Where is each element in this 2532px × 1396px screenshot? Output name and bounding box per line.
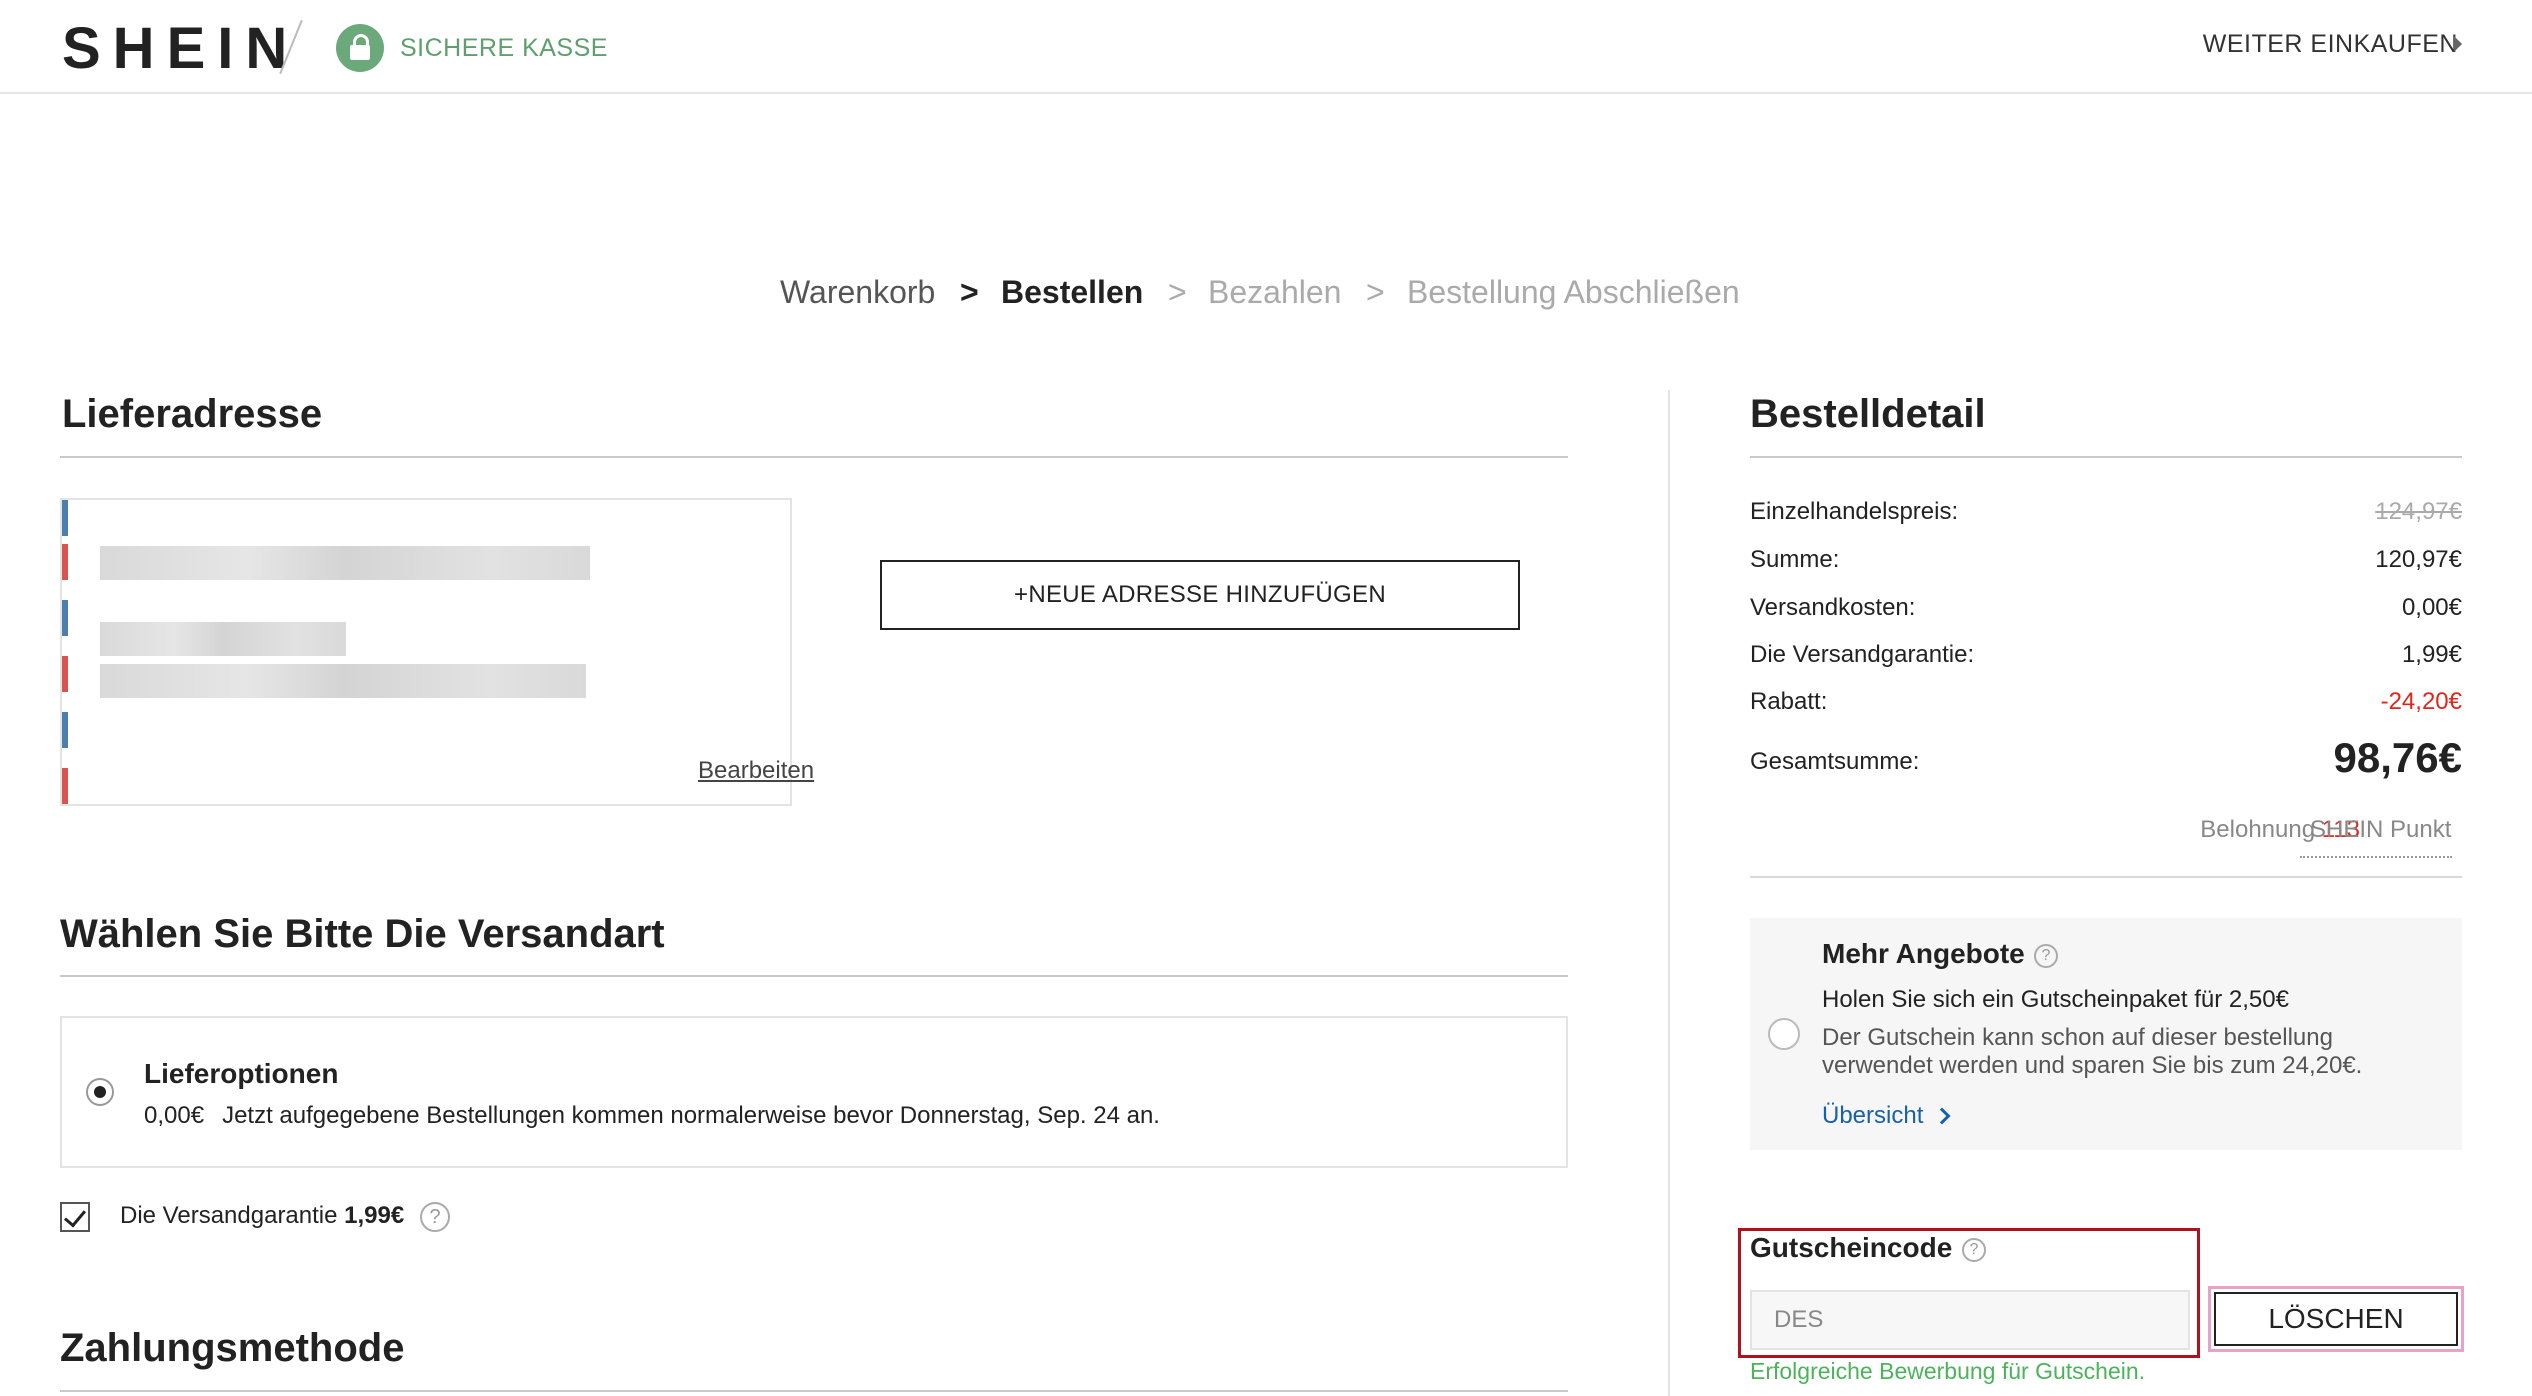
coupon-code-input[interactable]: DES — [1750, 1290, 2190, 1350]
add-address-button[interactable]: +NEUE ADRESSE HINZUFÜGEN — [880, 560, 1520, 630]
airmail-stripe — [62, 544, 68, 580]
coupon-label: Gutscheincode — [1750, 1232, 1953, 1263]
shipping-guarantee-checkbox[interactable] — [60, 1202, 90, 1232]
section-divider — [60, 975, 1568, 977]
shipping-guarantee-price: 1,99€ — [344, 1202, 405, 1229]
airmail-stripe — [62, 500, 68, 536]
shipping-option-note: Jetzt aufgegebene Bestellungen kommen no… — [222, 1102, 1160, 1129]
offer-radio[interactable] — [1768, 1018, 1800, 1050]
address-section-title: Lieferadresse — [62, 392, 323, 436]
order-detail-title: Bestelldetail — [1750, 392, 1986, 436]
chevron-right-icon — [1933, 1107, 1951, 1125]
breadcrumb-separator: > — [1366, 274, 1385, 310]
offer-box: Mehr Angebote ? Holen Sie sich ein Gutsc… — [1750, 918, 2462, 1150]
delete-coupon-button[interactable]: LÖSCHEN — [2208, 1286, 2464, 1352]
continue-shopping-link[interactable]: WEITER EINKAUFEN — [2203, 30, 2458, 59]
shipping-option-title: Lieferoptionen — [144, 1058, 339, 1089]
help-icon[interactable]: ? — [1962, 1238, 1986, 1262]
redacted-address-line — [100, 622, 346, 656]
total-value: 98,76€ — [2333, 734, 2462, 781]
breadcrumb-step-complete: Bestellung Abschließen — [1407, 274, 1740, 310]
help-icon[interactable]: ? — [420, 1202, 450, 1232]
redacted-address-line — [100, 664, 586, 698]
airmail-stripe — [62, 600, 68, 636]
guarantee-cost-value: 1,99€ — [2401, 641, 2462, 668]
subtotal-value: 120,97€ — [2375, 546, 2462, 573]
section-divider — [1750, 456, 2462, 458]
shipping-cost-value: 0,00€ — [2401, 594, 2462, 621]
retail-price-value: 124,97€ — [2375, 498, 2462, 525]
shipping-option-description: 0,00€ Jetzt aufgegebene Bestellungen komm… — [144, 1102, 1178, 1130]
shipping-section-title: Wählen Sie Bitte Die Versandart — [60, 912, 665, 956]
secure-checkout-label: SICHERE KASSE — [400, 34, 608, 62]
shein-logo[interactable]: SHEIN — [62, 14, 299, 84]
shipping-option-radio[interactable] — [86, 1078, 114, 1106]
coupon-success-message: Erfolgreiche Bewerbung für Gutschein. — [1750, 1358, 2146, 1384]
top-header: SHEIN SICHERE KASSE WEITER EINKAUFEN — [0, 0, 2532, 94]
payment-section-title: Zahlungsmethode — [60, 1326, 405, 1370]
offer-overview-link[interactable]: Übersicht — [1822, 1102, 1923, 1130]
reward-unit[interactable]: SHEIN Punkt — [2310, 816, 2451, 844]
checkmark-icon — [63, 1204, 87, 1228]
redacted-address-line — [100, 546, 590, 580]
breadcrumb-separator: > — [1168, 274, 1187, 310]
edit-address-link[interactable]: Bearbeiten — [698, 757, 814, 785]
breadcrumb-step-cart[interactable]: Warenkorb — [780, 272, 935, 312]
section-divider — [60, 456, 1568, 458]
section-divider — [60, 1390, 1568, 1392]
column-divider — [1668, 390, 1670, 1396]
offer-title: Mehr Angebote — [1822, 938, 2025, 969]
breadcrumb-separator: > — [960, 274, 979, 310]
shipping-guarantee-label: Die Versandgarantie 1,99€ — [120, 1202, 405, 1229]
offer-description: Der Gutschein kann schon auf dieser best… — [1822, 1024, 2363, 1079]
breadcrumb-step-order: Bestellen — [1001, 274, 1144, 310]
offer-headline: Holen Sie sich ein Gutscheinpaket für 2,… — [1822, 986, 2289, 1013]
chevron-right-icon — [2454, 36, 2462, 52]
lock-icon — [336, 24, 384, 72]
breadcrumb-step-pay: Bezahlen — [1208, 274, 1342, 310]
airmail-stripe — [62, 768, 68, 804]
section-divider — [1750, 876, 2462, 878]
discount-value: -24,20€ — [2380, 688, 2462, 715]
airmail-stripe — [62, 712, 68, 748]
shipping-option-card[interactable]: Lieferoptionen 0,00€ Jetzt aufgegebene Be… — [60, 1016, 1568, 1168]
help-icon[interactable]: ? — [2034, 944, 2058, 968]
airmail-stripe — [62, 656, 68, 692]
shipping-option-price: 0,00€ — [144, 1102, 205, 1129]
address-card[interactable]: Bearbeiten — [60, 498, 814, 806]
